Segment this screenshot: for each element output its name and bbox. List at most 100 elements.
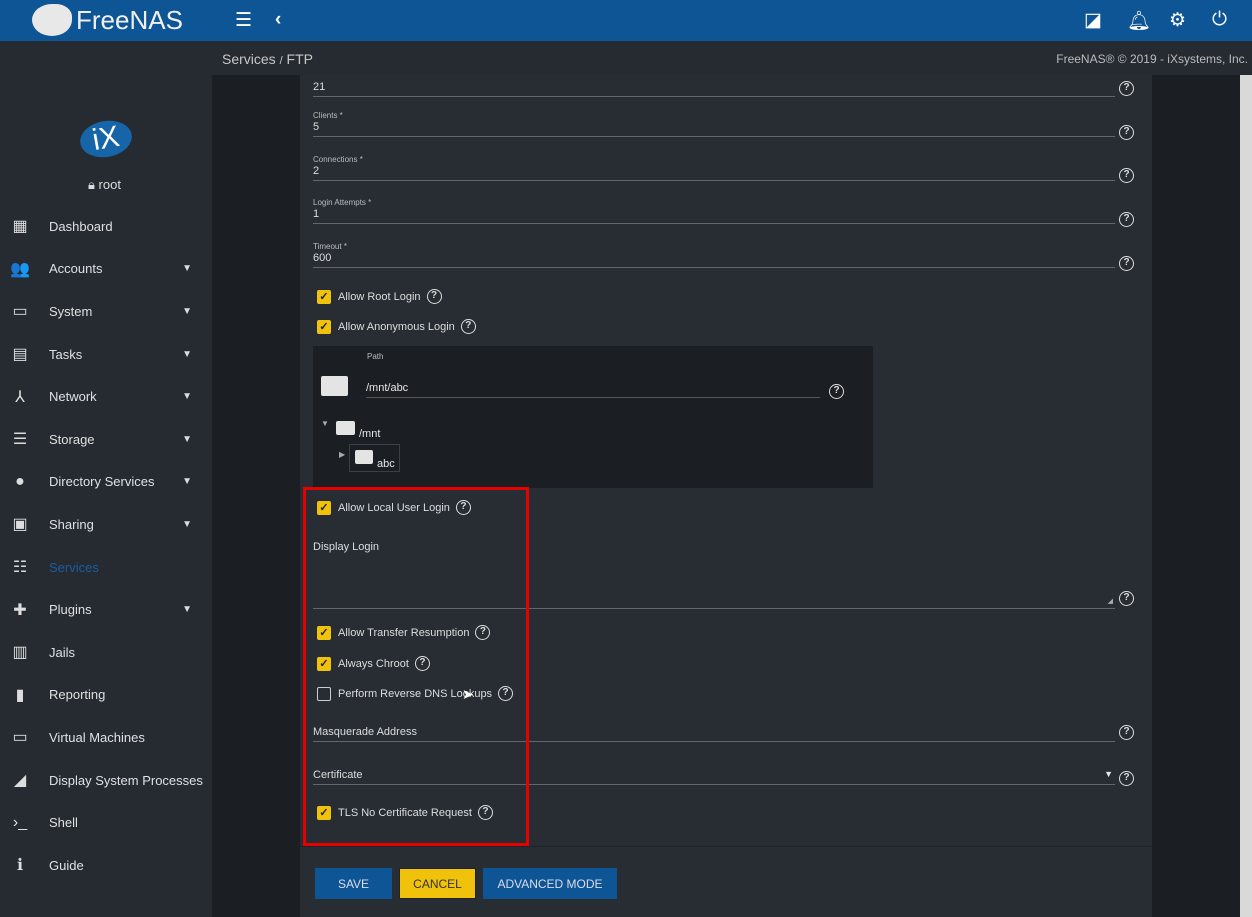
sidebar-item-label: Directory Services (49, 474, 155, 490)
scrollbar[interactable] (1240, 75, 1252, 917)
help-icon[interactable]: ? (414, 656, 430, 671)
clients-field[interactable]: Clients * 5 (313, 111, 1115, 137)
checkbox-checked-icon: ✓ (317, 500, 331, 515)
help-icon[interactable]: ? (1119, 591, 1134, 606)
folder-icon (336, 421, 355, 435)
sidebar-item-jails[interactable]: ▥ Jails (0, 631, 212, 674)
help-icon[interactable]: ? (1119, 771, 1134, 786)
tree-node-abc[interactable]: abc (349, 444, 400, 472)
caret-down-icon[interactable]: ▼ (182, 391, 192, 402)
sidebar-item-sharing[interactable]: ▣ Sharing ▼ (0, 503, 212, 546)
reporting-icon: ▮ (15, 686, 25, 704)
sidebar-item-label: Shell (49, 815, 78, 831)
system-icon: ▭ (12, 303, 28, 321)
save-button[interactable]: SAVE (315, 868, 392, 899)
sidebar-item-reporting[interactable]: ▮ Reporting (0, 674, 212, 717)
help-icon[interactable]: ? (1119, 168, 1134, 183)
help-icon[interactable]: ? (1119, 212, 1134, 227)
theme-icon[interactable]: ◪ (1084, 9, 1102, 32)
resize-handle-icon[interactable]: ◢ (1108, 597, 1113, 605)
path-input[interactable]: /mnt/abc (366, 382, 820, 398)
tls-no-cert-request-checkbox[interactable]: ✓ TLS No Certificate Request? (317, 805, 493, 820)
caret-down-icon[interactable]: ▼ (182, 263, 192, 274)
allow-root-login-checkbox[interactable]: ✓ Allow Root Login? (317, 289, 442, 304)
sidebar-item-storage[interactable]: ☰ Storage ▼ (0, 418, 212, 461)
sidebar-item-plugins[interactable]: ✚ Plugins ▼ (0, 588, 212, 631)
login-attempts-value: 1 (313, 208, 320, 220)
expand-arrow-icon[interactable]: ▼ (321, 419, 329, 428)
storage-icon: ☰ (12, 431, 28, 449)
port-value: 21 (313, 81, 326, 93)
always-chroot-checkbox[interactable]: ✓ Always Chroot? (317, 656, 430, 671)
connections-label: Connections * (313, 155, 363, 164)
sidebar-item-shell[interactable]: ›_ Shell (0, 801, 212, 844)
accounts-icon: 👥 (10, 260, 30, 278)
login-attempts-field[interactable]: Login Attempts * 1 (313, 198, 1115, 224)
breadcrumb-services[interactable]: Services (222, 51, 276, 67)
sidebar-item-dashboard[interactable]: ▦ Dashboard (0, 205, 212, 248)
help-icon[interactable]: ? (477, 805, 493, 820)
allow-local-user-login-label: Allow Local User Login (338, 501, 450, 514)
virtual-machines-icon: ▭ (12, 729, 28, 747)
sidebar-item-services[interactable]: ☷ Services (0, 546, 212, 589)
dropdown-arrow-icon[interactable]: ▼ (1104, 769, 1113, 779)
help-icon[interactable]: ? (1119, 81, 1134, 96)
caret-down-icon[interactable]: ▼ (182, 604, 192, 615)
timeout-field[interactable]: Timeout * 600 (313, 242, 1115, 268)
menu-icon[interactable]: ☰ (235, 9, 252, 32)
help-icon[interactable]: ? (1119, 256, 1134, 271)
allow-local-user-login-checkbox[interactable]: ✓ Allow Local User Login? (317, 500, 471, 515)
sidebar-item-system[interactable]: ▭ System ▼ (0, 290, 212, 333)
connections-field[interactable]: Connections * 2 (313, 155, 1115, 181)
help-icon[interactable]: ? (498, 686, 514, 701)
allow-anonymous-login-checkbox[interactable]: ✓ Allow Anonymous Login? (317, 319, 476, 334)
advanced-mode-button[interactable]: ADVANCED MODE (483, 868, 617, 899)
tree-node-mnt[interactable]: /mnt (359, 428, 380, 440)
clients-label: Clients * (313, 111, 343, 120)
sidebar-item-virtual-machines[interactable]: ▭ Virtual Machines (0, 716, 212, 759)
folder-icon (321, 376, 348, 396)
top-bar: FreeNAS ☰ ‹ ◪ 🔔︎ ⚙ ⏻ (0, 0, 1252, 41)
chevron-left-icon[interactable]: ‹ (275, 9, 281, 31)
masquerade-address-input[interactable]: Masquerade Address (313, 726, 1115, 742)
allow-anonymous-login-label: Allow Anonymous Login (338, 320, 455, 333)
caret-down-icon[interactable]: ▼ (182, 306, 192, 317)
help-icon[interactable]: ? (1119, 725, 1134, 740)
power-icon[interactable]: ⏻ (1212, 9, 1227, 31)
port-field[interactable]: 21 (313, 81, 1115, 97)
gear-icon[interactable]: ⚙ (1169, 9, 1186, 32)
sidebar-item-accounts[interactable]: 👥 Accounts ▼ (0, 248, 212, 291)
sidebar-item-display-system-processes[interactable]: ◢ Display System Processes (0, 759, 212, 802)
always-chroot-label: Always Chroot (338, 657, 409, 670)
help-icon[interactable]: ? (460, 319, 476, 334)
sidebar-item-label: Tasks (49, 346, 83, 362)
collapse-arrow-icon[interactable]: ▶ (339, 450, 345, 459)
checkbox-checked-icon: ✓ (317, 289, 331, 304)
help-icon[interactable]: ? (426, 289, 442, 304)
sidebar-item-label: Guide (49, 857, 84, 873)
display-login-textarea[interactable]: ◢ (313, 560, 1115, 609)
sidebar-item-tasks[interactable]: ▤ Tasks ▼ (0, 333, 212, 376)
allow-transfer-resumption-checkbox[interactable]: ✓ Allow Transfer Resumption? (317, 625, 491, 640)
gutter-right (1152, 75, 1240, 917)
reverse-dns-checkbox[interactable]: Perform Reverse DNS Lookups? (317, 686, 514, 701)
freenas-logo[interactable]: FreeNAS (32, 4, 183, 36)
caret-down-icon[interactable]: ▼ (182, 476, 192, 487)
sidebar-item-network[interactable]: ⅄ Network ▼ (0, 375, 212, 418)
sidebar-item-label: System (49, 303, 93, 319)
breadcrumb-sep: / (279, 55, 283, 67)
help-icon[interactable]: ? (475, 625, 491, 640)
help-icon[interactable]: ? (829, 384, 844, 399)
help-icon[interactable]: ? (1119, 125, 1134, 140)
caret-down-icon[interactable]: ▼ (182, 519, 192, 530)
bell-icon[interactable]: 🔔︎ (1127, 9, 1151, 33)
sidebar-item-label: Storage (49, 431, 95, 447)
sidebar-item-directory-services[interactable]: ● Directory Services ▼ (0, 461, 212, 504)
caret-down-icon[interactable]: ▼ (182, 434, 192, 445)
caret-down-icon[interactable]: ▼ (182, 349, 192, 360)
cancel-button[interactable]: CANCEL (399, 868, 476, 899)
help-icon[interactable]: ? (455, 500, 471, 515)
certificate-select[interactable]: Certificate ▼ (313, 769, 1115, 785)
sidebar-item-label: Accounts (49, 261, 103, 277)
sidebar-item-guide[interactable]: ℹ Guide (0, 844, 212, 887)
